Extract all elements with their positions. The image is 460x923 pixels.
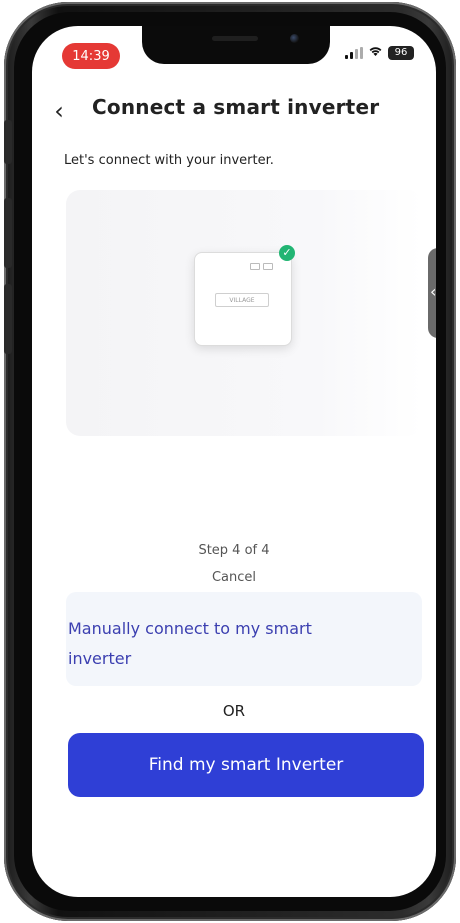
mute-switch — [4, 120, 12, 164]
page-title: Connect a smart inverter — [92, 95, 380, 119]
or-divider: OR — [222, 702, 246, 720]
back-button[interactable]: ‹ — [46, 96, 72, 126]
step-indicator: Step 4 of 4 — [198, 543, 270, 558]
find-inverter-button[interactable]: Find my smart Inverter — [68, 733, 424, 797]
manual-connect-label: Manually connect to my smart inverter — [68, 619, 312, 668]
battery-indicator: 96 — [388, 45, 414, 60]
app-screen: 14:39 96 ‹ Connect a smart inverter Let'… — [32, 26, 436, 897]
inverter-illustration: VILLAGE ✓ — [66, 190, 422, 436]
chevron-left-icon: ‹ — [54, 97, 64, 125]
front-camera-icon — [290, 34, 299, 43]
volume-up-button — [4, 198, 12, 268]
side-drawer-handle[interactable]: ‹ — [428, 248, 436, 338]
chevron-left-icon: ‹ — [430, 282, 436, 301]
inverter-device-image: VILLAGE ✓ — [194, 245, 295, 346]
volume-down-button — [4, 284, 12, 354]
phone-frame: 14:39 96 ‹ Connect a smart inverter Let'… — [4, 2, 456, 921]
device-logo: VILLAGE — [215, 293, 269, 307]
cancel-link[interactable]: Cancel — [32, 570, 436, 585]
notch — [142, 26, 330, 64]
speaker-grille — [212, 36, 258, 41]
wifi-icon — [368, 45, 383, 60]
status-icons: 96 — [345, 45, 414, 60]
subtitle: Let's connect with your inverter. — [64, 153, 274, 168]
signal-icon — [345, 46, 363, 59]
status-time: 14:39 — [62, 43, 120, 69]
device-leds — [250, 263, 273, 270]
manual-connect-option[interactable]: Manually connect to my smart inverter — [66, 592, 422, 686]
checkmark-icon: ✓ — [279, 245, 295, 261]
